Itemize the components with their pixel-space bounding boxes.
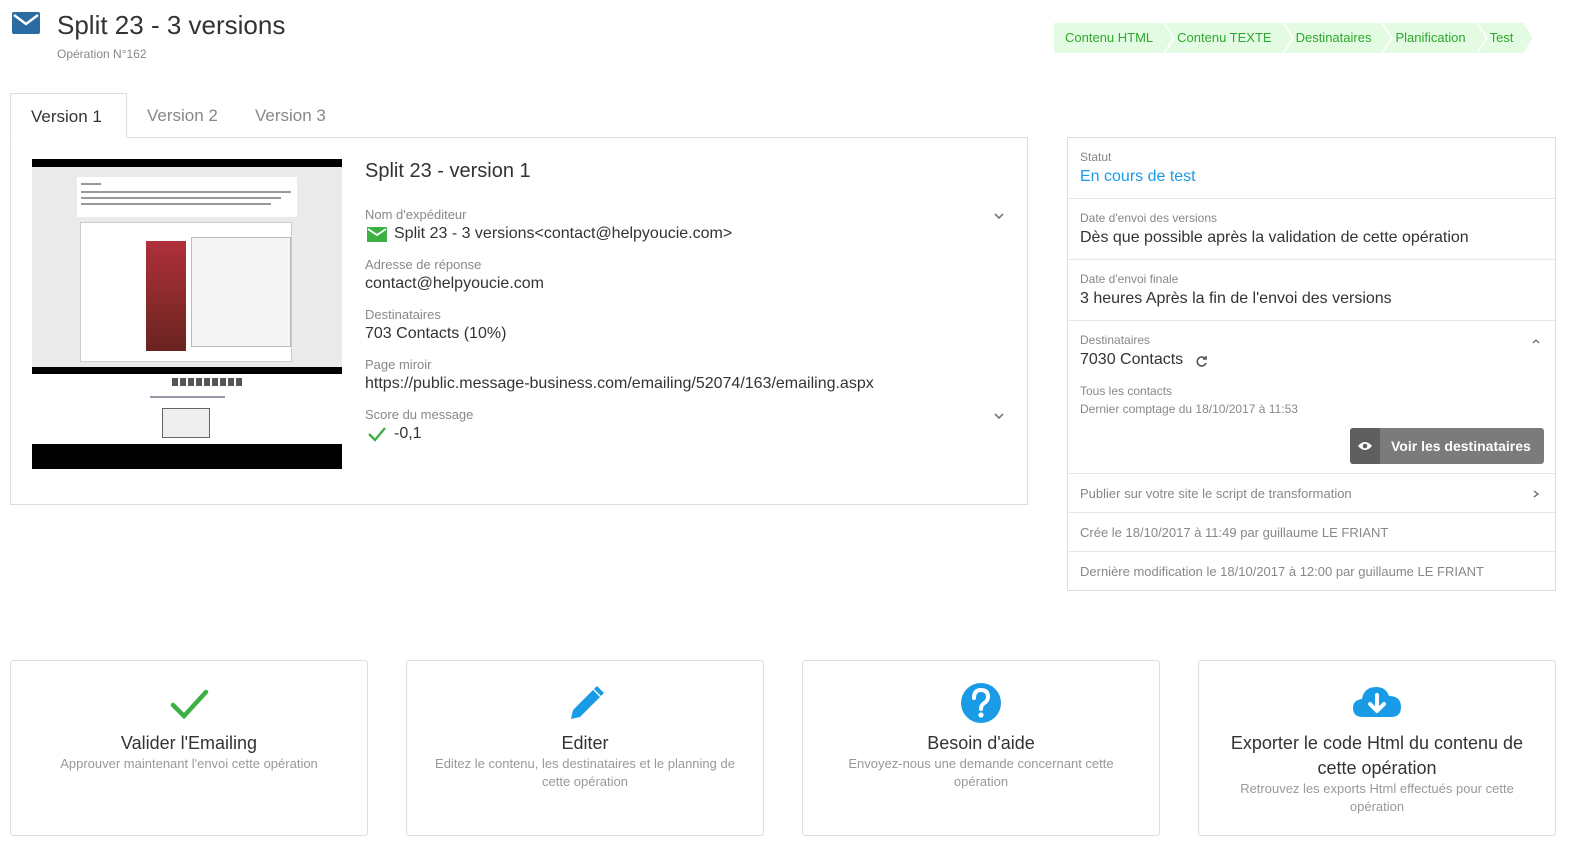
help-card[interactable]: Besoin d'aide Envoyez-nous une demande c…	[802, 660, 1160, 836]
tab-version-3[interactable]: Version 3	[235, 93, 346, 138]
refresh-icon[interactable]	[1195, 355, 1208, 368]
preview-line	[81, 203, 271, 205]
preview-banner	[146, 241, 186, 351]
help-icon	[961, 683, 1001, 723]
status-row: Statut En cours de test	[1068, 138, 1555, 199]
final-date-row: Date d'envoi finale 3 heures Après la fi…	[1068, 260, 1555, 321]
recipients-value: 703 Contacts (10%)	[365, 325, 507, 342]
check-icon	[170, 689, 209, 720]
send-date-row: Date d'envoi des versions Dès que possib…	[1068, 199, 1555, 260]
steps-breadcrumb: Contenu HTML Contenu TEXTE Destinataires…	[1054, 23, 1536, 53]
export-html-card[interactable]: Exporter le code Html du contenu de cett…	[1198, 660, 1556, 836]
preview-line	[81, 197, 281, 199]
view-recipients-label: Voir les destinataires	[1391, 438, 1531, 454]
version-title: Split 23 - version 1	[365, 160, 531, 182]
preview-doc	[77, 177, 297, 217]
preview-line	[81, 183, 101, 185]
mirror-page-link[interactable]: https://public.message-business.com/emai…	[365, 375, 874, 393]
tab-version-2[interactable]: Version 2	[127, 93, 238, 138]
preview-logo	[162, 408, 210, 438]
score-value: -0,1	[394, 425, 422, 442]
publish-script-link[interactable]: Publier sur votre site le script de tran…	[1080, 486, 1352, 501]
preview-screenshot	[80, 222, 292, 362]
chevron-down-icon[interactable]	[993, 410, 1005, 422]
score-label: Score du message	[365, 407, 474, 422]
created-info: Crée le 18/10/2017 à 11:49 par guillaume…	[1080, 525, 1389, 540]
sender-label: Nom d'expéditeur	[365, 207, 467, 222]
card-title: Valider l'Emailing	[120, 733, 258, 753]
send-date-label: Date d'envoi des versions	[1080, 211, 1218, 225]
modified-info: Dernière modification le 18/10/2017 à 12…	[1080, 564, 1484, 579]
mirror-page-label: Page miroir	[365, 357, 432, 372]
operation-number: Opération N°162	[57, 47, 147, 61]
reply-label: Adresse de réponse	[365, 257, 482, 272]
tab-version-1[interactable]: Version 1	[10, 93, 127, 138]
page-header: Split 23 - 3 versions Opération N°162 Co…	[0, 0, 1573, 75]
created-row: Crée le 18/10/2017 à 11:49 par guillaume…	[1068, 513, 1555, 552]
final-date-label: Date d'envoi finale	[1080, 272, 1179, 286]
dest-label: Destinataires	[1080, 333, 1151, 347]
step-contenu-texte[interactable]: Contenu TEXTE	[1165, 23, 1295, 53]
eye-icon	[1358, 442, 1372, 450]
card-title: Besoin d'aide	[927, 733, 1035, 753]
dest-all-contacts: Tous les contacts	[1080, 384, 1173, 398]
status-label: Statut	[1080, 150, 1112, 164]
chevron-right-icon	[1533, 490, 1540, 498]
step-contenu-html[interactable]: Contenu HTML	[1054, 23, 1176, 53]
card-icon-wrap	[803, 681, 1159, 725]
send-date-value: Dès que possible après la validation de …	[1080, 229, 1469, 246]
pencil-icon	[571, 686, 604, 719]
chevron-down-icon[interactable]	[993, 210, 1005, 222]
card-icon-wrap	[407, 681, 763, 725]
card-icon-wrap	[11, 681, 367, 725]
sender-value: Split 23 - 3 versions<contact@helpyoucie…	[394, 225, 733, 242]
recipients-label: Destinataires	[365, 307, 441, 322]
preview-link	[150, 396, 225, 398]
preview-dialog	[191, 237, 291, 347]
card-description: Editez le contenu, les destinataires et …	[435, 756, 735, 789]
eye-icon-box	[1350, 428, 1380, 464]
page-title: Split 23 - 3 versions	[57, 10, 286, 40]
card-description: Retrouvez les exports Html effectués pou…	[1240, 781, 1514, 814]
chevron-up-icon[interactable]	[1531, 336, 1541, 346]
step-planification[interactable]: Planification	[1383, 23, 1488, 53]
email-preview-thumbnail[interactable]	[32, 159, 342, 469]
edit-card[interactable]: Editer Editez le contenu, les destinatai…	[406, 660, 764, 836]
reply-value: contact@helpyoucie.com	[365, 275, 544, 292]
publish-script-row[interactable]: Publier sur votre site le script de tran…	[1068, 474, 1555, 513]
dest-value: 7030 Contacts	[1080, 351, 1184, 368]
operation-info-panel: Statut En cours de test Date d'envoi des…	[1067, 137, 1556, 591]
envelope-icon	[367, 227, 387, 242]
recipients-row: Destinataires 7030 Contacts Tous les con…	[1068, 321, 1555, 474]
preview-footer	[32, 374, 342, 444]
card-icon-wrap	[1199, 681, 1555, 725]
status-value: En cours de test	[1080, 168, 1196, 185]
card-title: Exporter le code Html du contenu de cett…	[1230, 733, 1524, 778]
dest-count-date: Dernier comptage du 18/10/2017 à 11:53	[1080, 402, 1298, 416]
cloud-download-icon	[1353, 687, 1401, 717]
version-panel: Split 23 - version 1 Nom d'expéditeur Sp…	[10, 137, 1028, 505]
view-recipients-button[interactable]: Voir les destinataires	[1350, 428, 1544, 464]
preview-social-icons	[172, 378, 242, 386]
envelope-icon	[12, 12, 40, 34]
card-description: Approuver maintenant l'envoi cette opéra…	[60, 756, 318, 771]
modified-row: Dernière modification le 18/10/2017 à 12…	[1068, 552, 1555, 591]
check-icon	[368, 427, 386, 442]
card-description: Envoyez-nous une demande concernant cett…	[848, 756, 1114, 789]
final-date-value: 3 heures Après la fin de l'envoi des ver…	[1080, 290, 1392, 307]
step-destinataires[interactable]: Destinataires	[1283, 23, 1394, 53]
validate-emailing-card[interactable]: Valider l'Emailing Approuver maintenant …	[10, 660, 368, 836]
preview-line	[81, 191, 291, 193]
preview-top	[32, 167, 342, 367]
card-title: Editer	[561, 733, 609, 753]
